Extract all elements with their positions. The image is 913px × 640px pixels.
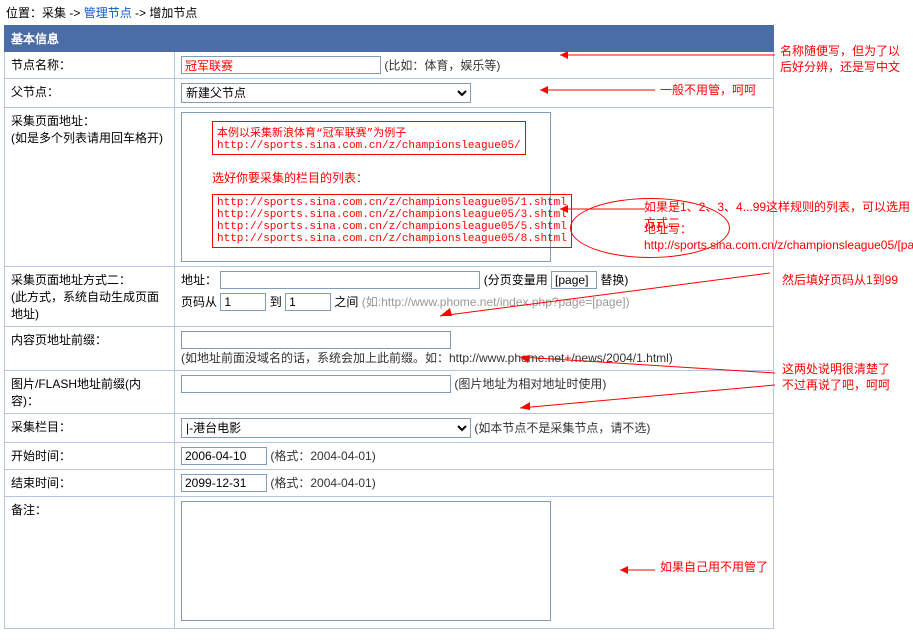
section-header: 基本信息 <box>5 26 774 52</box>
annot-7: 如果自己用不用管了 <box>660 560 768 576</box>
row-label-name: 节点名称： <box>5 52 175 79</box>
method2-url-input[interactable] <box>220 271 480 289</box>
row-label-method2: 采集页面地址方式二： (此方式，系统自动生成页面地址) <box>5 267 175 327</box>
parent-select[interactable]: 新建父节点 <box>181 83 471 103</box>
row-label-pageurl: 采集页面地址： (如是多个列表请用回车格开) <box>5 108 175 267</box>
column-select[interactable]: |-港台电影 <box>181 418 471 438</box>
img-prefix-input[interactable] <box>181 375 451 393</box>
example-box-2: http://sports.sina.com.cn/z/championslea… <box>212 194 572 248</box>
row-label-remark: 备注： <box>5 497 175 629</box>
circle-annot <box>570 198 730 258</box>
annot-2: 一般不用管，呵呵 <box>660 83 756 99</box>
form-table: 基本信息 节点名称： (比如：体育，娱乐等) 父节点： 新建父节点 采集页面地址… <box>4 25 774 629</box>
method2-example: (如:http://www.phome.net/index.php?page=[… <box>362 295 630 309</box>
annot-5: 然后填好页码从1到99 <box>782 273 898 289</box>
start-date-input[interactable] <box>181 447 267 465</box>
mid-text: 选好你要采集的栏目的列表： <box>212 169 544 186</box>
row-label-end: 结束时间： <box>5 470 175 497</box>
row-label-start: 开始时间： <box>5 443 175 470</box>
page-from-input[interactable] <box>220 293 266 311</box>
page-to-input[interactable] <box>285 293 331 311</box>
node-name-hint: (比如：体育，娱乐等) <box>384 59 500 73</box>
breadcrumb-link[interactable]: 管理节点 <box>84 6 132 20</box>
row-label-prefix: 内容页地址前缀： <box>5 327 175 371</box>
row-label-column: 采集栏目： <box>5 414 175 443</box>
annot-6: 这两处说明很清楚了 不过再说了吧，呵呵 <box>782 362 912 393</box>
content-prefix-input[interactable] <box>181 331 451 349</box>
page-var-input[interactable] <box>551 271 597 289</box>
annot-1: 名称随便写，但为了以后好分辨，还是写中文 <box>780 44 910 75</box>
row-label-parent: 父节点： <box>5 79 175 108</box>
row-label-imgprefix: 图片/FLASH地址前缀(内容)： <box>5 371 175 414</box>
remark-textarea[interactable] <box>181 501 551 621</box>
node-name-input[interactable] <box>181 56 381 74</box>
breadcrumb: 位置：采集 -> 管理节点 -> 增加节点 <box>0 0 913 25</box>
example-box-1: 本例以采集新浪体育“冠军联赛”为例子 http://sports.sina.co… <box>212 121 526 155</box>
end-date-input[interactable] <box>181 474 267 492</box>
